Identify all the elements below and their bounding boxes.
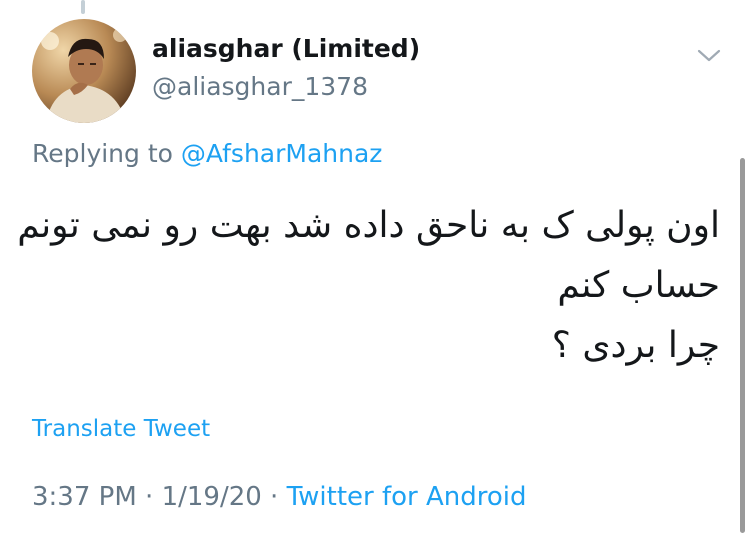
tweet-text-line: چرا بردی ؟: [551, 325, 720, 366]
display-name[interactable]: aliasghar (Limited): [152, 34, 420, 63]
chevron-down-icon[interactable]: [694, 40, 724, 70]
tweet-time: 3:37 PM: [32, 482, 137, 512]
replying-to-label: Replying to: [32, 139, 173, 168]
tweet-detail-view: aliasghar (Limited) @aliasghar_1378 Repl…: [0, 0, 750, 533]
tweet-metadata: 3:37 PM · 1/19/20 · Twitter for Android: [32, 482, 527, 512]
user-handle[interactable]: @aliasghar_1378: [152, 72, 368, 101]
thread-connector-line: [81, 0, 85, 14]
avatar[interactable]: [32, 19, 136, 123]
scrollbar[interactable]: [740, 158, 745, 533]
meta-separator: ·: [261, 482, 287, 512]
meta-separator: ·: [136, 482, 162, 512]
replying-to-line: Replying to @AfsharMahnaz: [32, 139, 382, 168]
tweet-text-line: حساب کنم: [557, 265, 720, 306]
translate-tweet-link[interactable]: Translate Tweet: [32, 416, 210, 442]
tweet-date: 1/19/20: [161, 482, 262, 512]
tweet-text-line: اون پولی ک به ناحق داده شد بهت رو نمی تو…: [17, 205, 720, 246]
replying-to-mention-link[interactable]: @AfsharMahnaz: [181, 139, 383, 168]
tweet-text: اون پولی ک به ناحق داده شد بهت رو نمی تو…: [17, 196, 720, 376]
tweet-source-link[interactable]: Twitter for Android: [287, 482, 527, 512]
